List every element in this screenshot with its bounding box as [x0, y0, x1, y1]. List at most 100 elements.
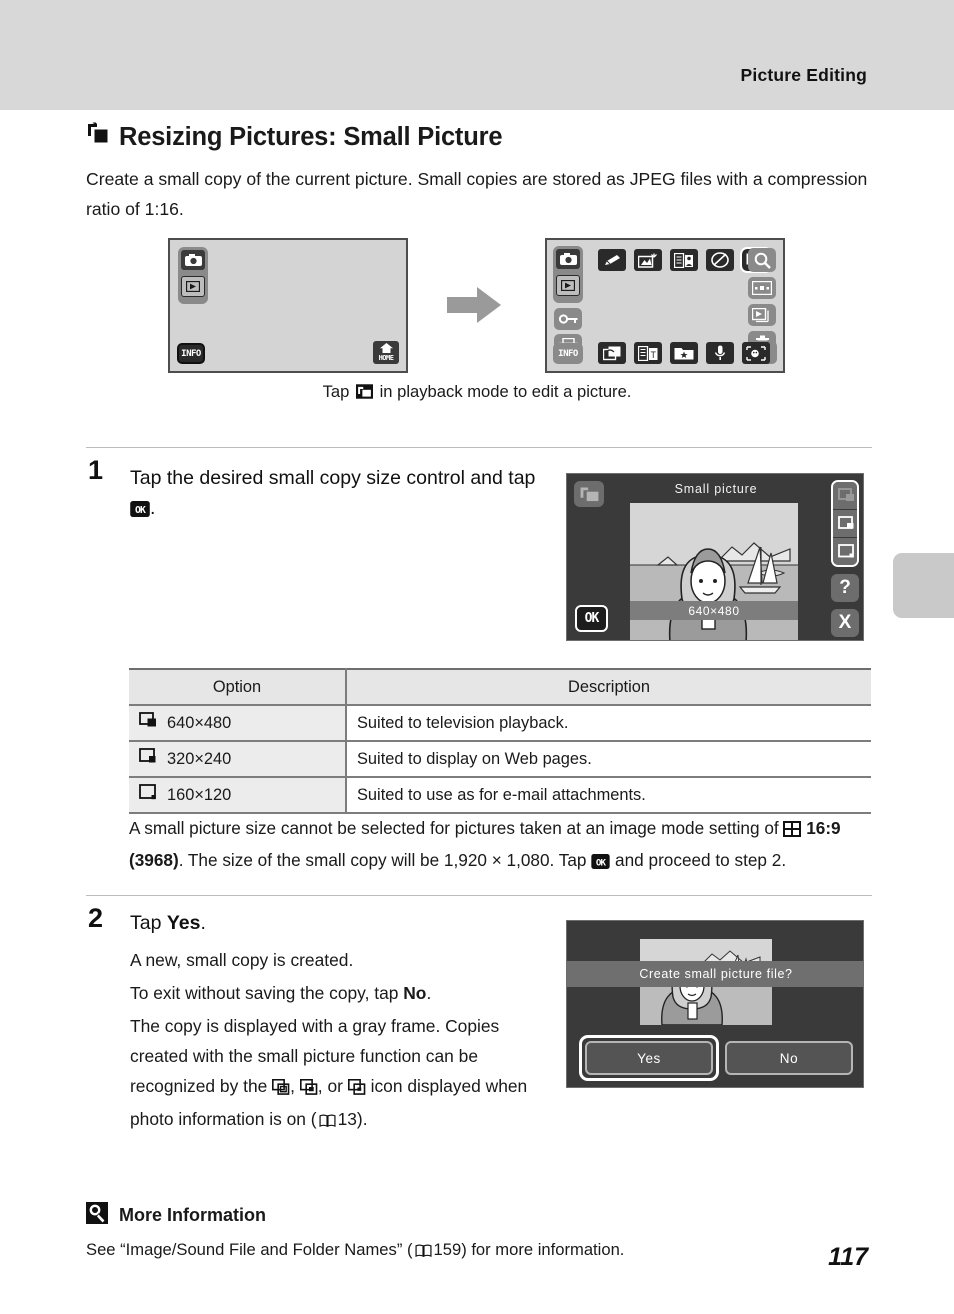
info-icon[interactable]: INFO: [177, 343, 205, 364]
chapter-tab-block: [893, 553, 954, 618]
more-info-ref: 159: [433, 1240, 462, 1259]
divider: [86, 895, 872, 896]
voice-memo-icon[interactable]: [706, 342, 734, 364]
shooting-mode-icon[interactable]: [181, 250, 205, 270]
step-2-paragraph-1: A new, small copy is created.: [130, 950, 354, 970]
step-1-title: Tap the desired small copy size control …: [130, 463, 550, 526]
table-cell-description: Suited to use as for e-mail attachments.: [346, 776, 871, 814]
create-small-picture-dialog: Create small picture file? Yes No: [566, 920, 864, 1088]
page-title: Resizing Pictures: Small Picture: [86, 122, 503, 153]
more-information-body: See “Image/Sound File and Folder Names” …: [86, 1240, 624, 1262]
table-row: 640×480 Suited to television playback.: [129, 704, 871, 742]
ok-button[interactable]: OK: [575, 605, 608, 632]
intro-paragraph: Create a small copy of the current pictu…: [86, 169, 868, 219]
table-cell-option-text: 320×240: [167, 749, 232, 768]
step-2-p2-bold: No: [403, 983, 427, 1003]
table-row: 160×120 Suited to use as for e-mail atta…: [129, 776, 871, 814]
note-text-a: A small picture size cannot be selected …: [129, 818, 784, 838]
step-2-p3-c: , or: [317, 1076, 348, 1096]
page-header-title: Picture Editing: [740, 65, 867, 85]
d-lighting-icon[interactable]: [634, 249, 662, 271]
table-cell-description: Suited to display on Web pages.: [346, 740, 871, 778]
table-header-row: Option Description: [129, 668, 871, 706]
size-option-group[interactable]: [831, 480, 859, 567]
table-row: 320×240 Suited to display on Web pages.: [129, 740, 871, 778]
note-text-c: . The size of the small copy will be 1,9…: [178, 850, 592, 870]
close-button[interactable]: X: [831, 609, 859, 637]
320x240-icon[interactable]: [833, 510, 857, 537]
help-button[interactable]: ?: [831, 574, 859, 602]
step-1-number: 1: [88, 455, 104, 485]
160x120-icon: [347, 1074, 366, 1104]
160x120-icon: [139, 784, 159, 806]
slideshow-icon[interactable]: [748, 304, 776, 326]
page-number: 117: [828, 1243, 868, 1271]
figure-caption-after: in playback mode to edit a picture.: [379, 382, 632, 401]
protect-key-icon[interactable]: [554, 308, 582, 330]
320x240-icon: [299, 1074, 318, 1104]
no-button[interactable]: No: [725, 1041, 853, 1075]
flow-arrow-icon: [447, 283, 503, 327]
640x480-icon[interactable]: [833, 482, 857, 509]
more-info-text-a: See “Image/Sound File and Folder Names” …: [86, 1240, 413, 1259]
table-cell-option-text: 160×120: [167, 785, 232, 804]
paint-icon[interactable]: [706, 249, 734, 271]
table-cell-option: 160×120: [129, 776, 347, 814]
playback-mode-icon[interactable]: [556, 275, 580, 296]
svg-text:T: T: [650, 350, 656, 360]
shooting-mode-icon[interactable]: [556, 249, 580, 269]
selected-size-label: 640×480: [630, 601, 798, 620]
small-picture-screen: Small picture 640×480 ? X OK: [566, 473, 864, 641]
640x480-icon: [272, 1074, 290, 1104]
page-header-band: [0, 0, 954, 110]
table-header-description: Description: [346, 668, 871, 706]
image-mode-icon: [783, 817, 802, 846]
step-2-paragraph-2: To exit without saving the copy, tap No.: [130, 978, 540, 1008]
more-information-icon: [86, 1202, 108, 1229]
options-table: Option Description 640×480 Suited to tel…: [129, 668, 871, 814]
step-2-title-text: Tap: [130, 912, 162, 934]
playback-screen: INFO HOME: [168, 238, 408, 373]
ok-icon: OK: [591, 849, 610, 878]
figure-caption-before: Tap: [322, 382, 350, 401]
step-1-title-text: Tap the desired small copy size control …: [130, 467, 536, 489]
skin-softening-icon[interactable]: [670, 249, 698, 271]
thumbnail-icon[interactable]: [748, 277, 776, 299]
face-tag-icon[interactable]: [742, 342, 770, 364]
image-mode-note: A small picture size cannot be selected …: [129, 814, 871, 878]
step-2-p3-b: ,: [290, 1076, 300, 1096]
step-2-paragraph-3: The copy is displayed with a gray frame.…: [130, 1011, 542, 1136]
note-text-d: and proceed to step 2.: [610, 850, 787, 870]
divider: [86, 447, 872, 448]
small-picture-icon: [86, 122, 110, 153]
step-2-title: Tap Yes.: [130, 908, 550, 938]
small-picture-icon: [355, 384, 378, 403]
info-icon[interactable]: INFO: [553, 343, 583, 364]
table-cell-option-text: 640×480: [167, 713, 232, 732]
more-information-title: More Information: [119, 1205, 266, 1225]
reference-book-icon: [319, 1106, 336, 1136]
step-2-number: 2: [88, 903, 104, 933]
svg-text:OK: OK: [135, 505, 146, 516]
preview-image: [630, 503, 798, 640]
step-2-p3-e: ).: [356, 1109, 368, 1129]
step-2-p2-after: .: [426, 983, 432, 1003]
step-1-title-period: .: [150, 497, 156, 519]
home-icon[interactable]: HOME: [373, 341, 399, 364]
chapter-tab-label: Editing Pictures: [888, 654, 954, 754]
step-2-title-bold: Yes: [166, 912, 201, 934]
ok-icon: OK: [130, 496, 150, 526]
640x480-icon: [139, 712, 159, 734]
step-2-p3-ref: 13: [337, 1109, 357, 1129]
quick-retouch-icon[interactable]: [598, 249, 626, 271]
table-cell-option: 640×480: [129, 704, 347, 742]
more-info-text-b: ) for more information.: [461, 1240, 625, 1259]
transfer-mark-icon[interactable]: T: [634, 342, 662, 364]
search-icon[interactable]: [748, 248, 776, 272]
160x120-icon[interactable]: [833, 538, 857, 565]
favorites-icon[interactable]: [670, 342, 698, 364]
rotate-image-icon[interactable]: [598, 342, 626, 364]
playback-mode-icon[interactable]: [181, 276, 205, 297]
yes-button[interactable]: Yes: [585, 1041, 713, 1075]
step-2-p2-before: To exit without saving the copy, tap: [130, 983, 404, 1003]
